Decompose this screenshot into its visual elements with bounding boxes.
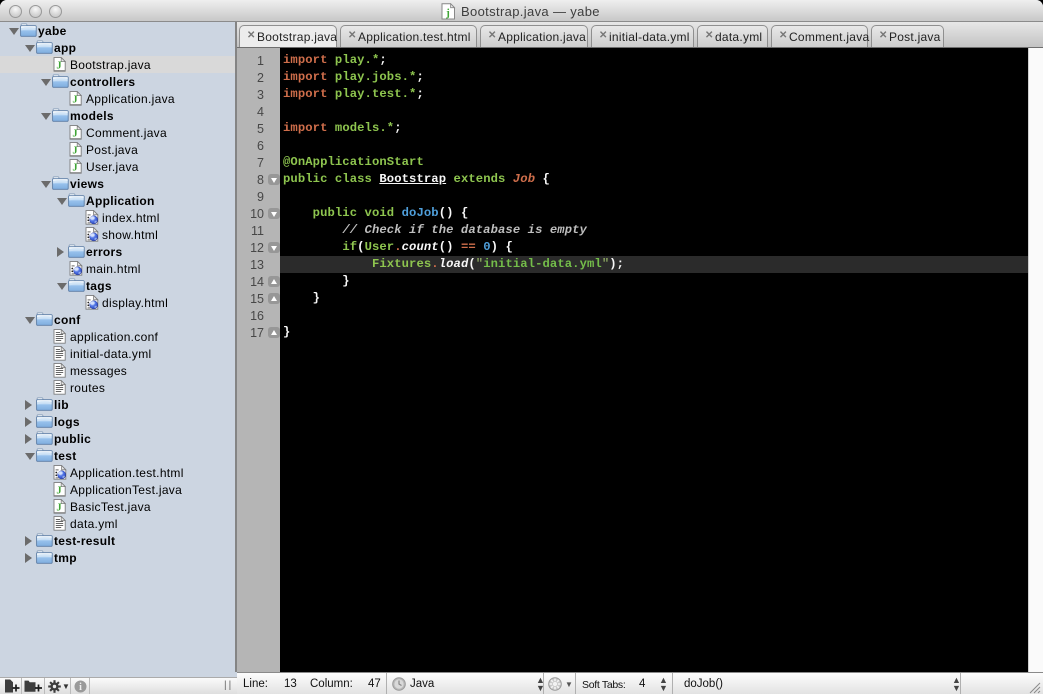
svg-text:J: J — [72, 146, 77, 157]
svg-text:j: j — [445, 7, 450, 19]
svg-text:J: J — [72, 163, 77, 174]
svg-text:J: J — [72, 129, 77, 140]
svg-text:J: J — [56, 61, 61, 72]
svg-text:J: J — [56, 503, 61, 514]
svg-text:i: i — [79, 682, 82, 693]
svg-text:J: J — [72, 95, 77, 106]
svg-text:J: J — [56, 486, 61, 497]
